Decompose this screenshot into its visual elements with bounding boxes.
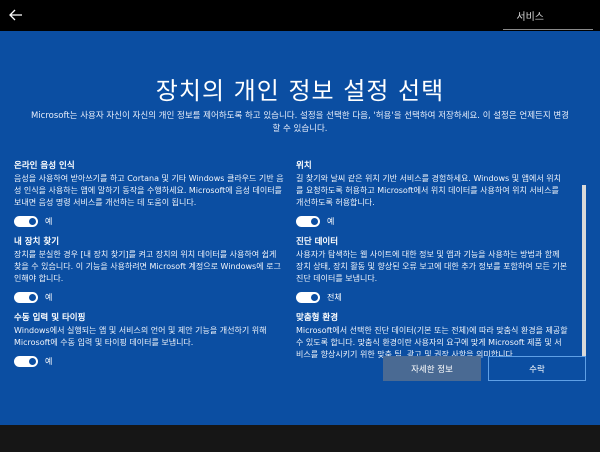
toggle-label: 예 <box>45 356 53 366</box>
accept-button[interactable]: 수락 <box>488 356 586 381</box>
scrollbar[interactable] <box>582 185 586 373</box>
setting-title: 맞춤형 환경 <box>296 313 339 323</box>
toggle-label: 전체 <box>327 292 342 302</box>
setting-title: 온라인 음성 인식 <box>14 161 75 171</box>
setting-description: 사용자가 탐색하는 웹 사이트에 대한 정보 및 앱과 기능을 사용하는 방법과… <box>296 250 568 283</box>
toggle-switch[interactable] <box>14 291 38 303</box>
setting-find-my-device: 내 장치 찾기 장치를 분실한 경우 [내 장치 찾기]를 켜고 장치의 위치 … <box>14 236 286 304</box>
toggle-knob <box>29 293 36 301</box>
toggle-switch[interactable] <box>14 355 38 367</box>
toggle-switch[interactable] <box>296 215 320 227</box>
setting-description: 길 찾기와 날씨 같은 위치 기반 서비스를 경험하세요. Windows 및 … <box>296 174 561 207</box>
toggle-row: 예 <box>14 214 286 228</box>
topbar-title: 서비스 <box>516 12 544 23</box>
toggle-row: 예 <box>14 290 286 304</box>
setting-description: 음성을 사용하여 받아쓰기를 하고 Cortana 및 기타 Windows 클… <box>14 174 284 207</box>
toggle-label: 예 <box>45 216 53 226</box>
toggle-switch[interactable] <box>296 291 320 303</box>
toggle-row: 예 <box>296 214 568 228</box>
settings-column-left: 온라인 음성 인식 음성을 사용하여 받아쓰기를 하고 Cortana 및 기타… <box>14 160 286 376</box>
learn-more-button[interactable]: 자세한 정보 <box>383 356 481 381</box>
topbar-underline <box>503 29 593 30</box>
setting-tailored-experiences: 맞춤형 환경 Microsoft에서 선택한 진단 데이터(기본 또는 전체)에… <box>296 312 568 361</box>
setting-online-speech: 온라인 음성 인식 음성을 사용하여 받아쓰기를 하고 Cortana 및 기타… <box>14 160 286 228</box>
setting-diagnostic-data: 진단 데이터 사용자가 탐색하는 웹 사이트에 대한 정보 및 앱과 기능을 사… <box>296 236 568 304</box>
toggle-knob <box>311 217 318 225</box>
toggle-knob <box>29 357 36 365</box>
toggle-row: 전체 <box>296 290 568 304</box>
toggle-knob <box>29 217 36 225</box>
setting-description: 장치를 분실한 경우 [내 장치 찾기]를 켜고 장치의 위치 데이터를 사용하… <box>14 250 281 283</box>
page-title: 장치의 개인 정보 설정 선택 <box>155 77 445 105</box>
back-arrow-icon <box>9 9 22 21</box>
back-button[interactable] <box>6 5 26 25</box>
setting-location: 위치 길 찾기와 날씨 같은 위치 기반 서비스를 경험하세요. Windows… <box>296 160 568 228</box>
toggle-row: 예 <box>14 354 286 368</box>
setting-title: 위치 <box>296 161 312 171</box>
toggle-label: 예 <box>327 216 335 226</box>
toggle-label: 예 <box>45 292 53 302</box>
bottom-bar <box>0 425 600 452</box>
setting-title: 수동 입력 및 타이핑 <box>14 313 86 323</box>
setting-title: 내 장치 찾기 <box>14 237 60 247</box>
settings-column-right: 위치 길 찾기와 날씨 같은 위치 기반 서비스를 경험하세요. Windows… <box>296 160 568 369</box>
setting-description: Windows에서 실행되는 앱 및 서비스의 언어 및 제안 기능을 개선하기… <box>14 326 267 347</box>
setting-title: 진단 데이터 <box>296 237 339 247</box>
setting-inking-typing: 수동 입력 및 타이핑 Windows에서 실행되는 앱 및 서비스의 언어 및… <box>14 312 286 368</box>
page-subtitle: Microsoft는 사용자 자신이 자신의 개인 정보를 제어하도록 하고 있… <box>30 111 570 134</box>
top-bar: 서비스 <box>0 0 600 31</box>
toggle-knob <box>311 293 318 301</box>
toggle-switch[interactable] <box>14 215 38 227</box>
